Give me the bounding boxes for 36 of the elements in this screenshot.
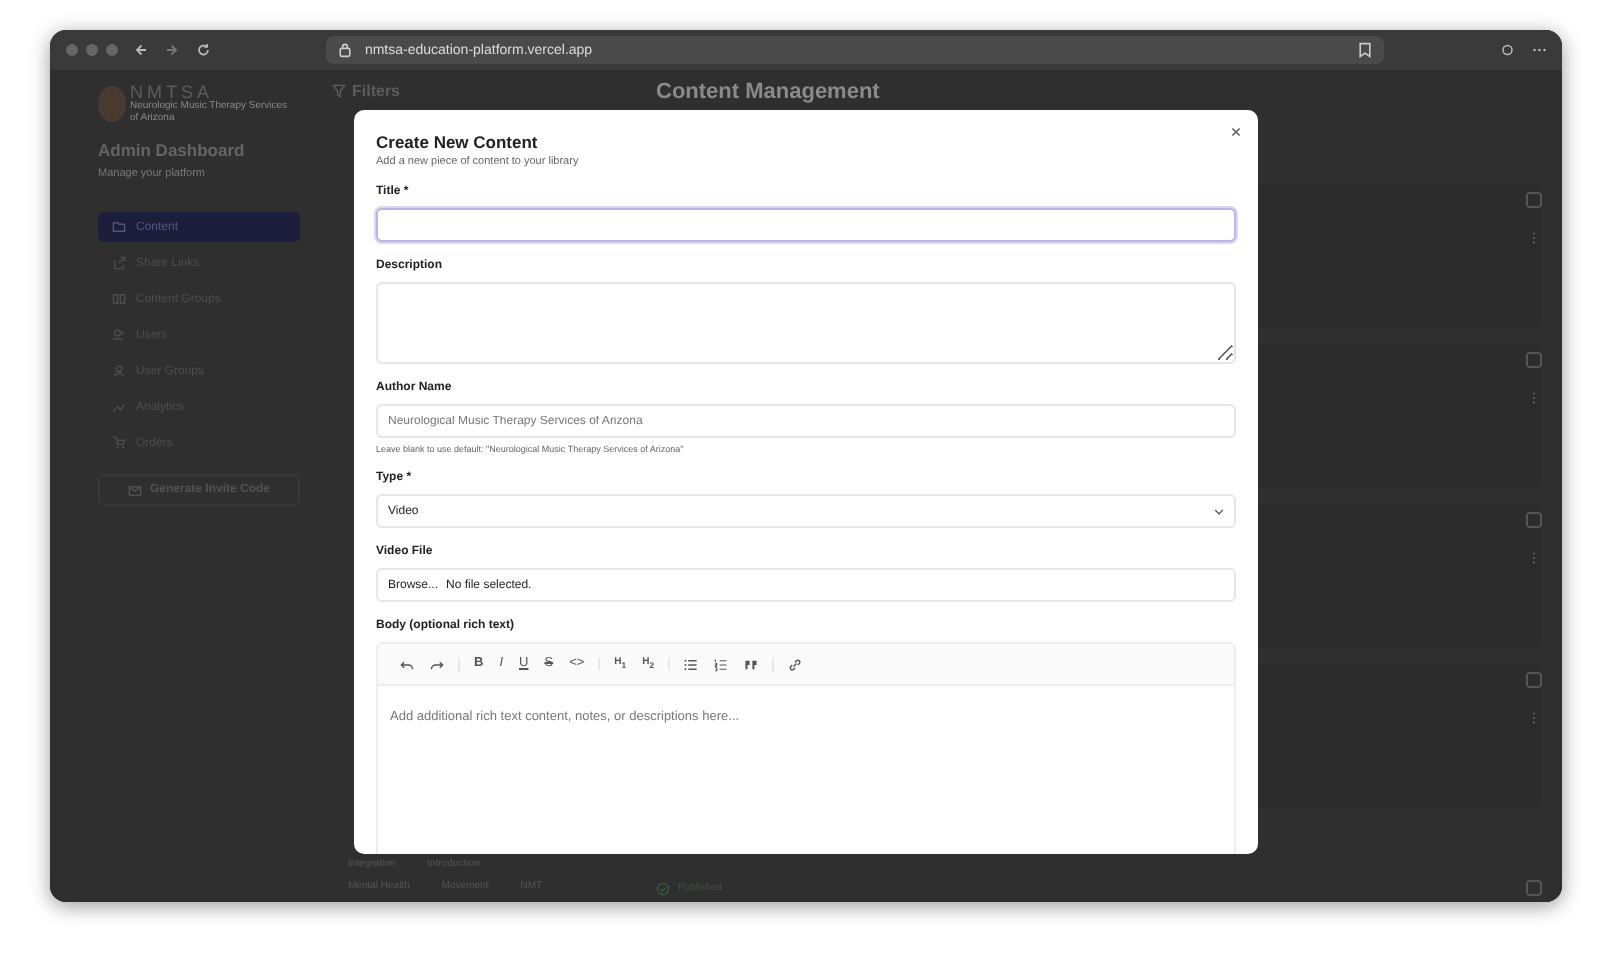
- numbered-list-icon[interactable]: [710, 657, 733, 671]
- cart-icon: [112, 436, 126, 450]
- groups-icon: [112, 292, 126, 306]
- user-icon: [112, 364, 126, 378]
- chart-icon: [112, 400, 126, 414]
- row-checkbox[interactable]: [1526, 672, 1542, 688]
- description-field[interactable]: [376, 282, 1236, 364]
- input-field[interactable]: [376, 208, 1236, 242]
- window-close-dot[interactable]: [66, 44, 78, 56]
- page-title: Content Management: [656, 80, 882, 104]
- quote-icon[interactable]: [740, 657, 763, 671]
- lock-icon: [338, 42, 353, 58]
- reload-icon[interactable]: [195, 42, 211, 58]
- undo-icon[interactable]: [396, 657, 418, 671]
- close-icon[interactable]: [1230, 126, 1242, 138]
- share-icon: [112, 256, 126, 270]
- window-zoom-dot[interactable]: [106, 44, 118, 56]
- back-icon[interactable]: [134, 42, 149, 58]
- redo-icon[interactable]: [426, 657, 448, 671]
- filter-icon: [332, 84, 346, 98]
- bookmark-icon[interactable]: [1358, 42, 1373, 58]
- users-icon: [112, 328, 126, 342]
- link-icon[interactable]: [784, 657, 807, 671]
- logo-photo-placeholder: [98, 85, 126, 121]
- row-checkbox[interactable]: [1526, 512, 1542, 528]
- row-checkbox[interactable]: [1526, 880, 1542, 896]
- extension-icon[interactable]: [1500, 42, 1515, 58]
- window-minimize-dot[interactable]: [86, 44, 98, 56]
- chevron-down-icon: [1214, 507, 1224, 515]
- row-checkbox[interactable]: [1526, 192, 1542, 208]
- folder-icon: [112, 220, 126, 234]
- mail-icon: [127, 483, 142, 497]
- forward-icon[interactable]: [164, 42, 180, 58]
- row-checkbox[interactable]: [1526, 352, 1542, 368]
- check-circle-icon: [656, 881, 670, 895]
- dialog-title: Create New Content: [376, 132, 540, 152]
